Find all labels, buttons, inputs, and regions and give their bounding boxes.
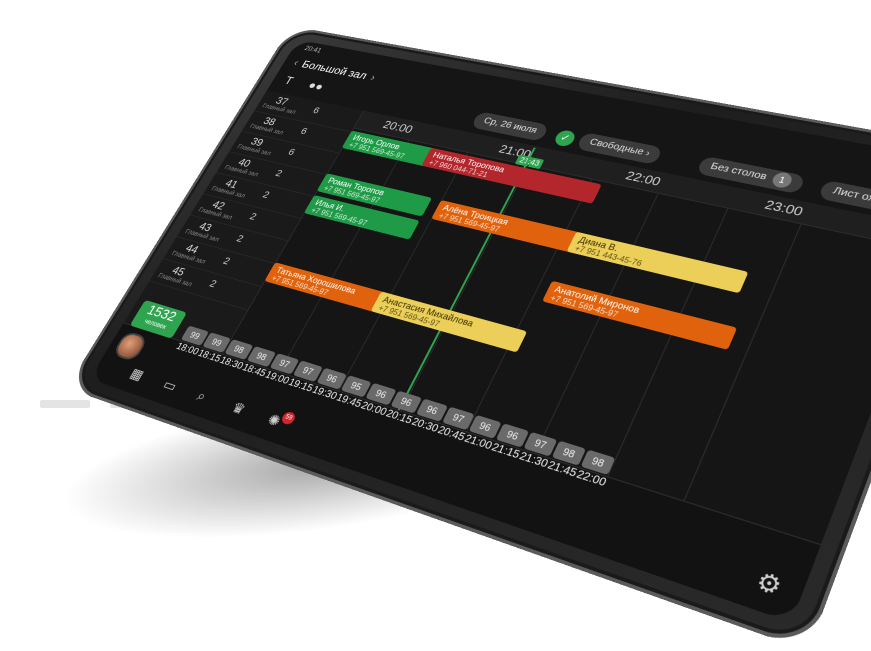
overflow-arrow-icon bbox=[592, 184, 602, 204]
table-seats: 2 bbox=[234, 233, 246, 245]
table-icon[interactable]: T bbox=[282, 74, 296, 87]
table-seats: 2 bbox=[260, 189, 272, 201]
tablet-device: 20:41 ▂▄▆ ◠ ▭ ‹ Большой зал › T ●● Ср, 2… bbox=[66, 26, 871, 651]
now-line bbox=[397, 147, 536, 412]
no-tables-label: Без столов bbox=[708, 161, 769, 183]
table-seats: 6 bbox=[310, 105, 322, 116]
reservation-block[interactable]: Анатолий Миронов +7 951 569-45-97 bbox=[542, 280, 738, 350]
layout-icon[interactable]: ▦ bbox=[127, 365, 147, 384]
app-screen: 20:41 ▂▄▆ ◠ ▭ ‹ Большой зал › T ●● Ср, 2… bbox=[89, 39, 871, 623]
people-icon[interactable]: ●● bbox=[306, 78, 327, 93]
table-seats: 2 bbox=[247, 211, 259, 223]
reservation-block[interactable]: Диана В. +7 951 443-45-76 bbox=[566, 231, 749, 294]
table-seats: 2 bbox=[207, 278, 219, 290]
filter-label: Свободные bbox=[587, 137, 646, 158]
reservation-block[interactable]: Анастасия Михайлова +7 951 569-45-97 bbox=[370, 291, 528, 353]
table-seats: 6 bbox=[286, 147, 297, 158]
check-icon[interactable]: ✓ bbox=[552, 129, 578, 148]
avatar[interactable] bbox=[111, 330, 149, 363]
chevron-right-icon[interactable]: › bbox=[368, 71, 378, 83]
table-seats: 6 bbox=[298, 126, 310, 137]
no-tables-count: 1 bbox=[769, 171, 795, 190]
guest-name: Анатолий Миронов bbox=[552, 284, 642, 316]
table-seats: 2 bbox=[273, 168, 285, 180]
table-seats: 2 bbox=[220, 255, 232, 268]
hour-label: 20:00 bbox=[380, 118, 416, 136]
hour-label: 22:00 bbox=[623, 168, 664, 189]
